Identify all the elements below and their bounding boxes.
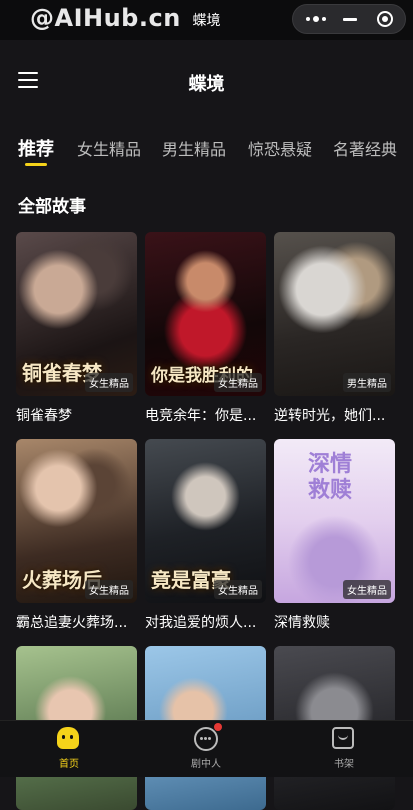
genre-badge: 女生精品 [214,580,262,599]
book-cover[interactable]: 深情救赎 女生精品 [274,439,395,603]
genre-badge: 女生精品 [85,580,133,599]
book-title: 逆转时光，她们... [274,408,386,424]
cover-title-art: 深情救赎 [308,451,353,503]
section-title: 全部故事 [18,197,86,217]
tabbar-label: 剧中人 [191,759,221,770]
active-tab-indicator [25,163,47,166]
book-cover[interactable]: 火葬场后 女生精品 [16,439,137,603]
genre-badge: 女生精品 [214,373,262,392]
mini-program-capsule [292,4,406,34]
book-card[interactable]: 竟是富豪 女生精品 对我追爱的烦人... [145,439,266,632]
book-card[interactable]: 深情救赎 女生精品 深情救赎 [274,439,395,632]
home-icon [57,727,79,749]
book-card[interactable]: 铜雀春梦 女生精品 铜雀春梦 [16,232,137,425]
tab-male[interactable]: 男生精品 [162,136,226,160]
close-icon[interactable] [377,11,393,27]
drama-icon [194,723,222,751]
genre-badge: 女生精品 [343,580,391,599]
window-titlebar: @AIHub.cn 蝶境 [0,0,413,40]
genre-badge: 男生精品 [343,373,391,392]
book-title: 电竞余年：你是... [145,408,257,424]
tab-suspense[interactable]: 惊恐悬疑 [248,136,312,160]
book-title: 对我追爱的烦人... [145,615,257,631]
tab-female[interactable]: 女生精品 [77,136,141,160]
book-cover[interactable]: 男生精品 [274,232,395,396]
book-card[interactable]: 你是我胜利的 女生精品 电竞余年：你是... [145,232,266,425]
notification-dot [214,723,222,731]
book-cover[interactable]: 竟是富豪 女生精品 [145,439,266,603]
tab-recommend[interactable]: 推荐 [18,135,54,161]
book-title: 铜雀春梦 [16,408,72,424]
book-cover[interactable]: 铜雀春梦 女生精品 [16,232,137,396]
category-tabs: 推荐 女生精品 男生精品 惊恐悬疑 名著经典 [0,130,413,170]
genre-badge: 女生精品 [85,373,133,392]
tab-classics[interactable]: 名著经典 [333,136,397,160]
book-title: 深情救赎 [274,615,330,631]
tabbar-label: 书架 [334,759,354,770]
bottom-tabbar: 首页 剧中人 书架 [0,720,413,777]
tabbar-drama[interactable]: 剧中人 [166,723,246,770]
tabbar-bookshelf[interactable]: 书架 [304,727,384,770]
more-icon[interactable] [305,14,327,24]
book-card[interactable]: 男生精品 逆转时光，她们... [274,232,395,425]
tabbar-label: 首页 [59,759,79,770]
minimize-icon[interactable] [343,18,357,21]
book-title: 霸总追妻火葬场... [16,615,128,631]
page-title: 蝶境 [188,74,225,95]
app-header: 蝶境 [0,40,413,120]
tabbar-home[interactable]: 首页 [29,727,109,770]
book-card[interactable]: 火葬场后 女生精品 霸总追妻火葬场... [16,439,137,632]
bookshelf-icon [332,727,354,749]
book-cover[interactable]: 你是我胜利的 女生精品 [145,232,266,396]
